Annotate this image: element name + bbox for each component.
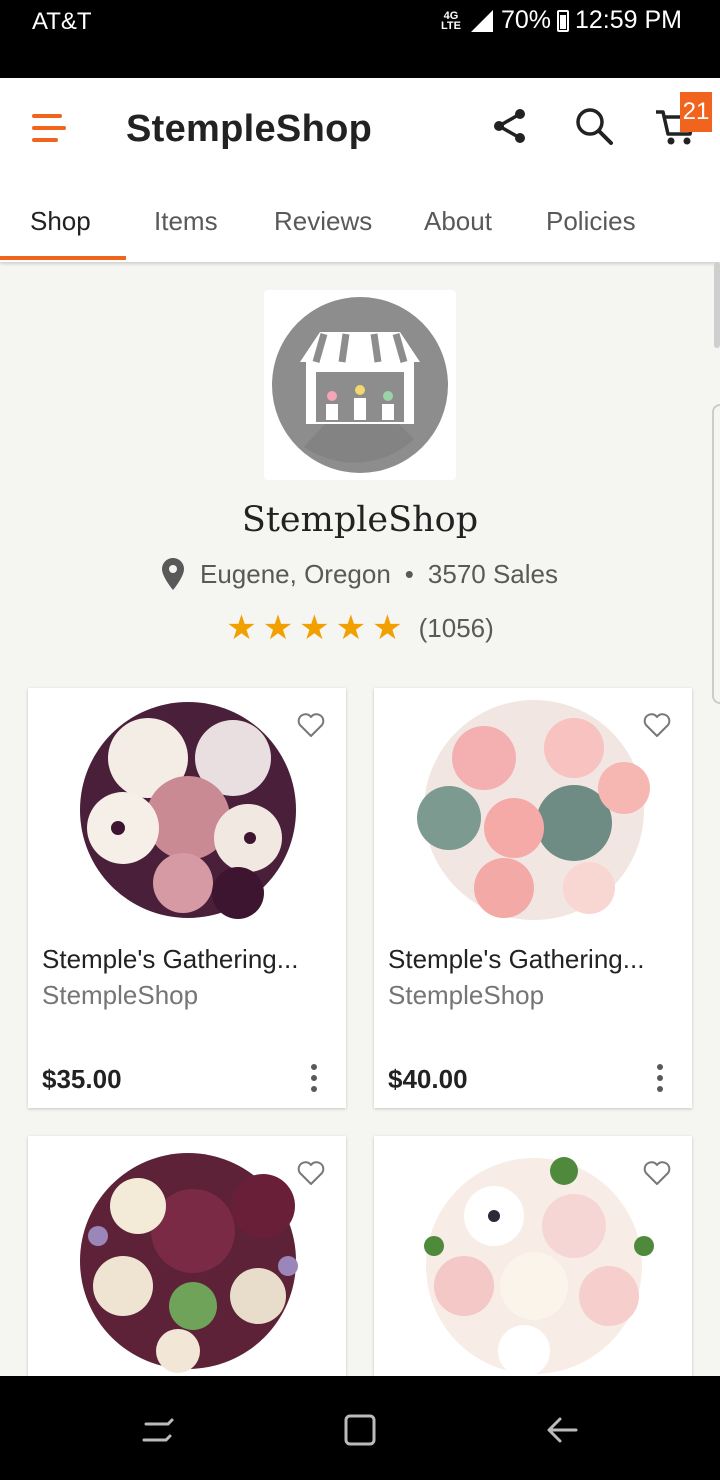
listing-card[interactable]: Stemple's Gathering... StempleShop $40.0… (374, 688, 692, 1108)
edge-panel-handle[interactable] (712, 404, 720, 704)
listing-title[interactable]: Stemple's Gathering... (42, 944, 298, 975)
storefront-icon (272, 297, 448, 473)
star-rating-icon: ★★★★★ (226, 609, 409, 647)
menu-icon[interactable] (32, 114, 66, 142)
more-vert-icon[interactable] (304, 1062, 324, 1094)
listing-card[interactable] (28, 1136, 346, 1376)
share-icon[interactable] (488, 104, 532, 148)
shop-sales: 3570 Sales (427, 558, 559, 589)
meta-separator: • (404, 558, 414, 589)
location-pin-icon (161, 558, 184, 590)
shop-logo (264, 290, 456, 480)
more-vert-icon[interactable] (650, 1062, 670, 1094)
shop-rating[interactable]: ★★★★★ (1056) (0, 608, 720, 648)
network-label: 4G (443, 9, 459, 22)
network-type: 4G LTE (440, 9, 461, 32)
listing-title[interactable]: Stemple's Gathering... (388, 944, 644, 975)
heart-icon[interactable] (292, 1154, 330, 1192)
system-nav-bar (0, 1376, 720, 1480)
heart-icon[interactable] (292, 706, 330, 744)
shop-name: StempleShop (241, 500, 479, 540)
listing-card[interactable]: Stemple's Gathering... StempleShop $35.0… (28, 688, 346, 1108)
tab-policies[interactable]: Policies (546, 206, 636, 237)
app-title: StempleShop (126, 108, 373, 150)
tab-reviews[interactable]: Reviews (274, 206, 372, 237)
heart-icon[interactable] (638, 1154, 676, 1192)
heart-icon[interactable] (638, 706, 676, 744)
recent-apps-icon[interactable] (138, 1410, 178, 1450)
carrier-label: AT&T (32, 8, 92, 35)
scrollbar[interactable] (714, 262, 720, 348)
network-sub-label: LTE (440, 19, 461, 32)
listing-seller: StempleShop (42, 980, 199, 1010)
app-bar: StempleShop (0, 78, 720, 180)
listing-price: $40.00 (388, 1064, 468, 1094)
tab-shop[interactable]: Shop (30, 206, 91, 237)
cart-count-badge: 21 (680, 92, 712, 132)
battery-icon (556, 9, 569, 32)
listing-seller: StempleShop (388, 980, 545, 1010)
back-icon[interactable] (542, 1410, 582, 1450)
clock: 12:59 PM (574, 6, 682, 34)
listing-price: $35.00 (42, 1064, 122, 1094)
shop-meta: Eugene, Oregon • 3570 Sales (0, 558, 720, 590)
listing-card[interactable] (374, 1136, 692, 1376)
review-count: (1056) (418, 612, 494, 643)
shop-location: Eugene, Oregon (199, 558, 391, 589)
signal-icon (470, 9, 493, 32)
shop-tabs: Shop Items Reviews About Policies (0, 180, 720, 262)
tab-about[interactable]: About (424, 206, 492, 237)
home-icon[interactable] (340, 1410, 380, 1450)
battery-percent: 70% (500, 6, 551, 34)
search-icon[interactable] (572, 104, 616, 148)
status-icons: 4G LTE 70% 12:59 PM (441, 6, 682, 35)
status-bar: AT&T 4G LTE 70% 12:59 PM (0, 0, 720, 78)
tab-items[interactable]: Items (154, 206, 218, 237)
active-tab-indicator (0, 256, 126, 260)
